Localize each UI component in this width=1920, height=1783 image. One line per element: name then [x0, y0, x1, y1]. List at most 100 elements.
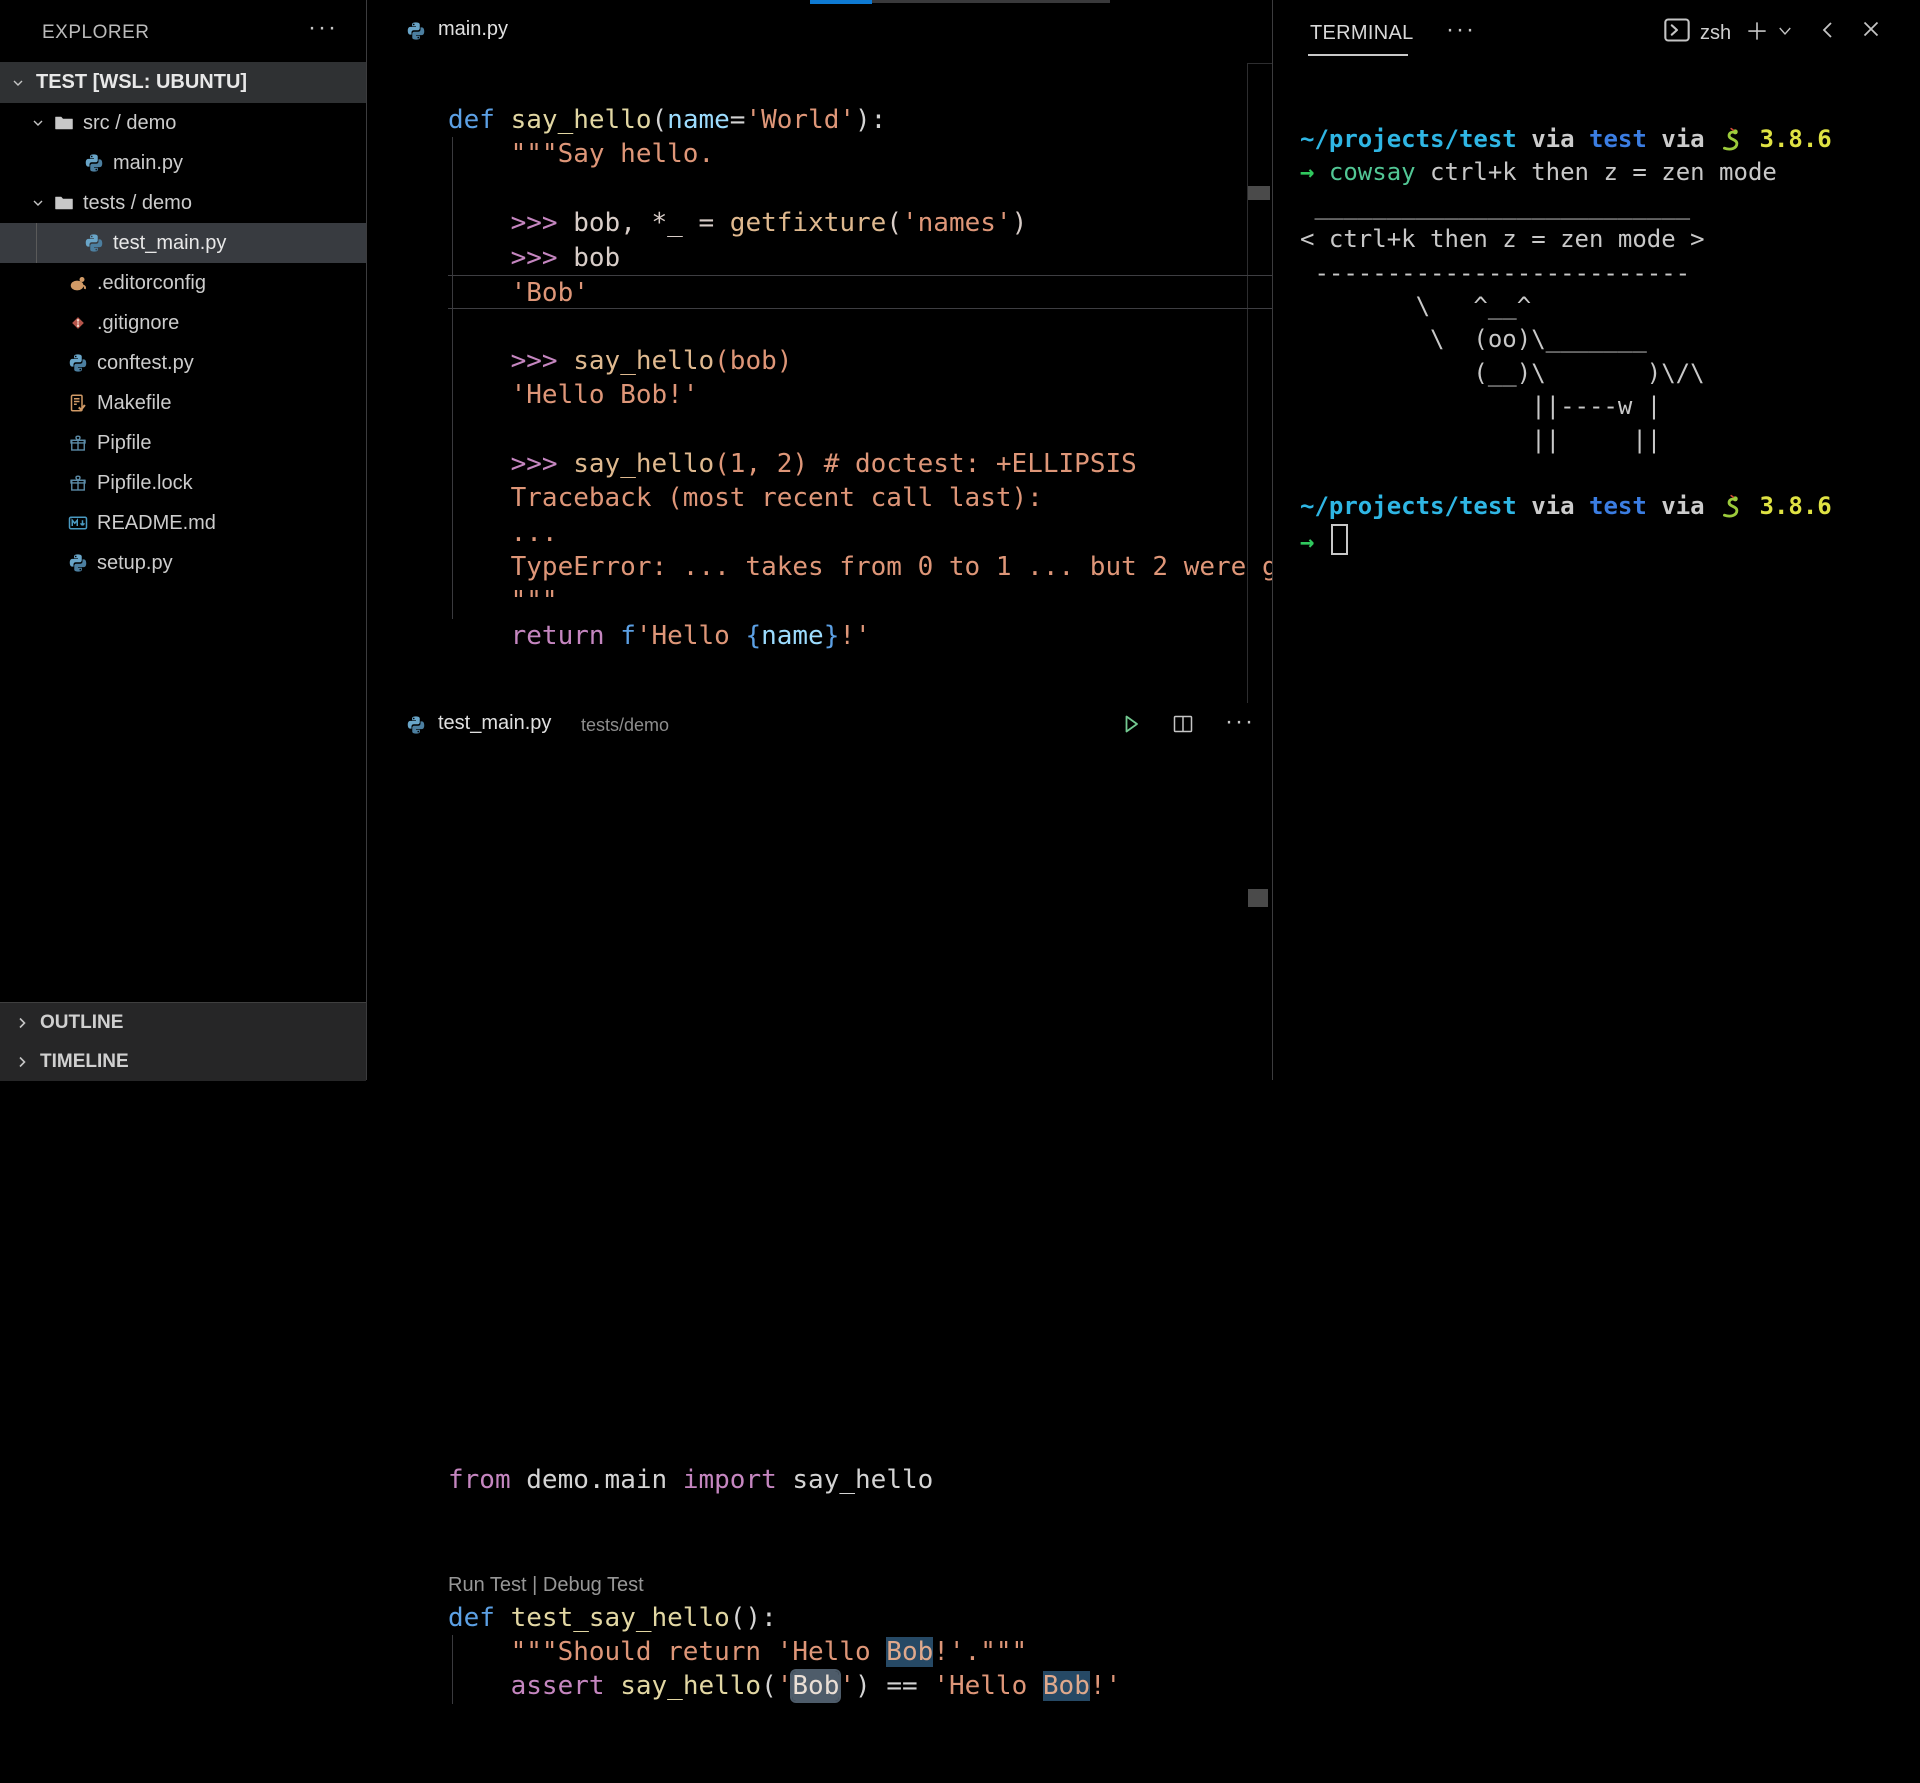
tree-item--gitignore[interactable]: .gitignore [0, 303, 366, 343]
terminal-line [1300, 457, 1914, 490]
terminal-more-actions-icon[interactable]: ··· [1446, 16, 1476, 44]
terminal-tab[interactable]: TERMINAL [1310, 22, 1414, 45]
terminal-output[interactable]: ~/projects/test via test via 3.8.6→ cows… [1300, 123, 1914, 557]
current-code-line: 'Bob' [448, 275, 1272, 309]
terminal-line: ||----w | [1300, 390, 1914, 423]
editor-bottom-path: tests/demo [581, 715, 669, 736]
chevron-down-icon [30, 115, 46, 131]
active-editor-indicator [810, 0, 872, 4]
sidebar-bottom-panels: OUTLINE TIMELINE [0, 1002, 366, 1081]
terminal-line: → cowsay ctrl+k then z = zen mode [1300, 156, 1914, 189]
chevron-right-icon [14, 1015, 30, 1031]
tree-item-test-main-py[interactable]: test_main.py [0, 223, 366, 263]
workspace-section-header[interactable]: TEST [WSL: UBUNTU] [0, 62, 366, 103]
python-file-icon [406, 21, 426, 41]
indent-guide [452, 137, 453, 619]
editor-more-actions-icon[interactable]: ··· [1225, 710, 1255, 734]
python-snake-icon [1719, 125, 1745, 153]
chevron-down-icon [30, 195, 46, 211]
editor-terminal-divider[interactable] [1272, 0, 1273, 1080]
code-line: >>> say_hello(bob) [448, 344, 1272, 378]
code-line: >>> bob [448, 241, 1272, 275]
explorer-more-actions-icon[interactable]: ··· [308, 14, 338, 42]
chevron-left-icon[interactable] [1816, 18, 1840, 42]
tree-item-label: .editorconfig [97, 272, 206, 295]
terminal-line: (__)\ )\/\ [1300, 357, 1914, 390]
new-terminal-icon[interactable] [1744, 18, 1770, 44]
tree-item-readme-md[interactable]: README.md [0, 503, 366, 543]
indent-guide [452, 1635, 453, 1704]
run-test-button[interactable] [1119, 712, 1143, 736]
python-icon [84, 153, 104, 173]
git-icon [68, 313, 88, 333]
outline-label: OUTLINE [40, 1012, 123, 1034]
terminal-line: ~/projects/test via test via 3.8.6 [1300, 123, 1914, 156]
python-icon [84, 233, 104, 253]
tree-item-setup-py[interactable]: setup.py [0, 543, 366, 583]
tree-item-pipfile[interactable]: Pipfile [0, 423, 366, 463]
package-icon [68, 433, 88, 453]
file-tree: src / demo main.py tests / demo test_main.p… [0, 103, 366, 583]
chevron-right-icon [14, 1054, 30, 1070]
outline-section-header[interactable]: OUTLINE [0, 1003, 366, 1042]
python-icon [68, 553, 88, 573]
code-line: """ [448, 584, 1272, 618]
tree-item-label: conftest.py [97, 352, 194, 375]
terminal-line: ~/projects/test via test via 3.8.6 [1300, 490, 1914, 523]
terminal-line: → [1300, 524, 1914, 557]
code-line: """Say hello. [448, 137, 1272, 171]
shell-terminal-icon[interactable] [1663, 16, 1691, 44]
folder-icon [54, 113, 74, 133]
explorer-sidebar: EXPLORER ··· TEST [WSL: UBUNTU] src / de… [0, 0, 366, 1080]
tree-item-pipfile-lock[interactable]: Pipfile.lock [0, 463, 366, 503]
workspace-name: TEST [WSL: UBUNTU] [36, 71, 247, 94]
terminal-line: < ctrl+k then z = zen mode > [1300, 223, 1914, 256]
tree-item-makefile[interactable]: Makefile [0, 383, 366, 423]
tree-item-label: tests / demo [83, 192, 192, 215]
code-line: return f'Hello {name}!' [448, 619, 1272, 653]
terminal-line: || || [1300, 424, 1914, 457]
tree-item-conftest-py[interactable]: conftest.py [0, 343, 366, 383]
code-line: def test_say_hello(): [448, 1601, 1272, 1635]
terminal-line: -------------------------- [1300, 257, 1914, 290]
timeline-label: TIMELINE [40, 1051, 129, 1073]
shell-name[interactable]: zsh [1700, 22, 1731, 45]
codelens-run-debug[interactable]: Run Test | Debug Test [448, 1574, 644, 1596]
editor-top-code[interactable]: def say_hello(name='World'): """Say hell… [448, 63, 1272, 743]
tree-item-main-py[interactable]: main.py [0, 143, 366, 183]
editor-bottom-code[interactable]: from demo.main import say_hello Run Test… [448, 1440, 1272, 1783]
terminal-line: \ (oo)\_______ [1300, 323, 1914, 356]
package-icon [68, 473, 88, 493]
code-line: TypeError: ... takes from 0 to 1 ... but… [448, 550, 1272, 584]
tree-item-label: test_main.py [113, 232, 226, 255]
tree-item-label: setup.py [97, 552, 173, 575]
terminal-line: \ ^__^ [1300, 290, 1914, 323]
terminal-tab-underline [1308, 54, 1408, 56]
code-line: from demo.main import say_hello [448, 1463, 1272, 1497]
close-panel-icon[interactable] [1858, 16, 1884, 42]
split-editor-button[interactable] [1171, 712, 1195, 736]
editor-bottom-scrollbar[interactable] [1248, 889, 1268, 907]
code-line [448, 1532, 1272, 1566]
sidebar-editor-divider[interactable] [366, 0, 367, 1080]
editor-top-filename[interactable]: main.py [438, 18, 508, 41]
code-line [448, 172, 1272, 206]
tree-item-src-demo[interactable]: src / demo [0, 103, 366, 143]
terminal-dropdown-icon[interactable] [1776, 22, 1794, 40]
tree-item-label: README.md [97, 512, 216, 535]
markdown-icon [68, 513, 88, 533]
timeline-section-header[interactable]: TIMELINE [0, 1042, 366, 1081]
tree-item-label: Makefile [97, 392, 171, 415]
tree-item--editorconfig[interactable]: .editorconfig [0, 263, 366, 303]
tree-item-label: src / demo [83, 112, 176, 135]
code-line: def say_hello(name='World'): [448, 103, 1272, 137]
tree-item-label: Pipfile.lock [97, 472, 193, 495]
python-file-icon [406, 715, 426, 735]
tree-item-tests-demo[interactable]: tests / demo [0, 183, 366, 223]
code-line [448, 309, 1272, 343]
python-icon [68, 353, 88, 373]
folder-icon [54, 193, 74, 213]
explorer-title: EXPLORER [42, 22, 149, 44]
code-line: ... [448, 516, 1272, 550]
editor-bottom-filename[interactable]: test_main.py [438, 712, 551, 735]
